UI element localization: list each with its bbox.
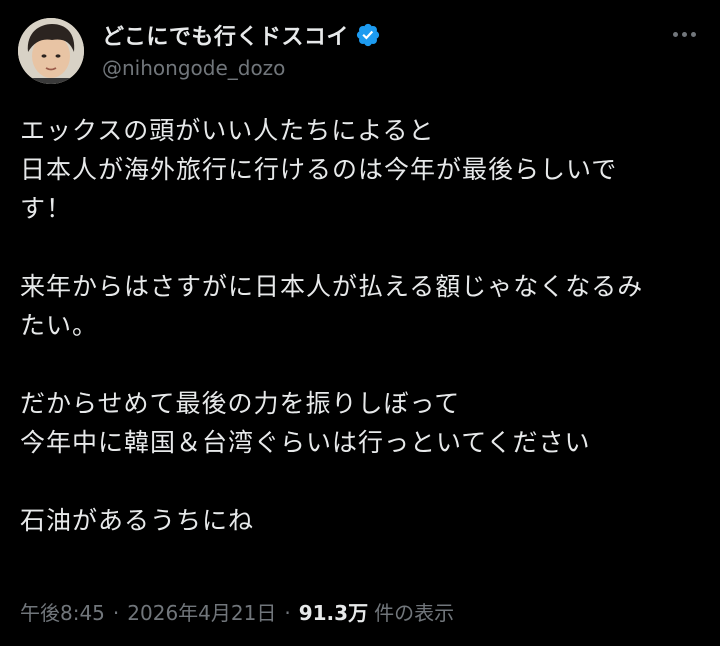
meta-separator: · (284, 601, 291, 625)
tweet-meta: 午後8:45 · 2026年4月21日 · 91.3万 件の表示 (20, 597, 454, 626)
tweet-line: だからせめて最後の力を振りしぼって (20, 389, 461, 418)
more-options-button[interactable] (668, 22, 700, 46)
meta-separator: · (112, 601, 120, 625)
tweet-line: 来年からはさすがに日本人が払える額じゃなくなるみ (20, 272, 644, 301)
author-display-name[interactable]: どこにでも行くドスコイ (102, 19, 349, 51)
tweet-paragraph: 石油があるうちにね (20, 501, 700, 540)
avatar[interactable] (18, 18, 84, 84)
tweet-line: たい。 (20, 311, 99, 340)
tweet-paragraph: エックスの頭がいい人たちによると 日本人が海外旅行に行けるのは今年が最後らしいで… (20, 111, 700, 228)
tweet-time[interactable]: 午後8:45 (20, 597, 105, 626)
avatar-image (18, 18, 84, 84)
author-handle[interactable]: @nihongode_dozo (102, 56, 285, 80)
tweet-line: 日本人が海外旅行に行けるのは今年が最後らしいで (20, 155, 618, 184)
views-label[interactable]: 件の表示 (374, 597, 454, 626)
tweet-text: エックスの頭がいい人たちによると 日本人が海外旅行に行けるのは今年が最後らしいで… (20, 111, 700, 579)
tweet-line: 今年中に韓国＆台湾ぐらいは行っといてください (20, 428, 591, 457)
tweet-date[interactable]: 2026年4月21日 (127, 597, 276, 626)
author-row: どこにでも行くドスコイ (102, 18, 381, 52)
tweet: どこにでも行くドスコイ @nihongode_dozo エックスの頭がいい人たち… (0, 0, 720, 646)
more-horizontal-icon (672, 31, 696, 37)
tweet-paragraph: だからせめて最後の力を振りしぼって 今年中に韓国＆台湾ぐらいは行っといてください (20, 384, 700, 462)
tweet-paragraph: 来年からはさすがに日本人が払える額じゃなくなるみ たい。 (20, 267, 700, 345)
views-count[interactable]: 91.3万 (299, 597, 368, 626)
verified-badge-icon (355, 22, 381, 48)
tweet-line: エックスの頭がいい人たちによると (20, 116, 435, 145)
tweet-line: す！ (20, 194, 73, 223)
tweet-line: 石油があるうちにね (20, 506, 255, 535)
